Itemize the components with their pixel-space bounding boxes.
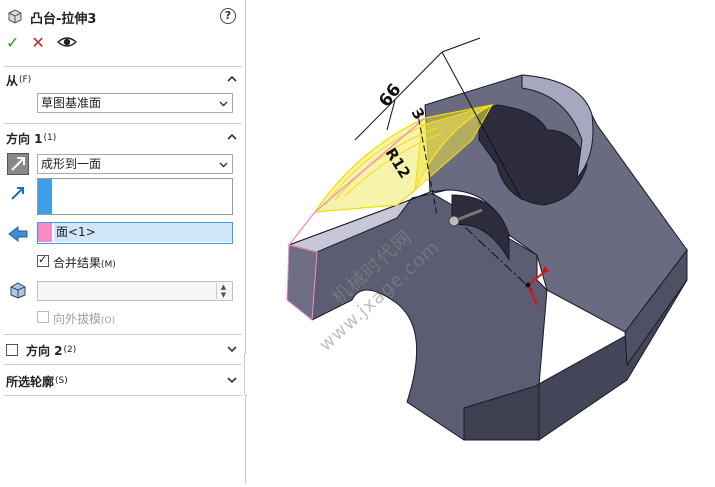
from-select-value: 草图基准面 [41,96,102,110]
dim-66-label: 66 [375,80,405,111]
draft-angle-input[interactable]: ▲ ▼ [37,281,233,301]
face-item-label: 面<1> [56,225,96,239]
end-condition-select[interactable]: 成形到一面 [37,154,233,174]
draft-icon[interactable] [7,280,29,302]
direction2-label: 方向 2 [26,343,63,358]
end-condition-value: 成形到一面 [41,157,102,171]
from-label: 从 [6,73,19,88]
feature-title-row: 凸台-拉伸3 ? [6,6,240,28]
chevron-down-icon[interactable] [226,374,238,386]
graphics-viewport[interactable]: 66 3 R12 机械时代网 www.jxage.com [247,0,715,484]
draft-outward-shortcut: (O) [101,316,116,326]
action-buttons: ✓ ✕ [6,34,77,52]
preview-eye-icon[interactable] [56,35,77,52]
direction-vector-list[interactable] [37,178,233,215]
merge-result-shortcut: (M) [101,260,116,270]
cancel-button[interactable]: ✕ [31,34,44,52]
divider [4,123,242,124]
divider [4,364,242,365]
reverse-direction-icon[interactable] [7,153,29,175]
chevron-down-icon[interactable] [226,343,238,355]
extrude-feature-icon [6,7,24,28]
list-item[interactable]: 面<1> [54,223,232,242]
chevron-up-icon[interactable] [226,73,238,85]
selected-contours-shortcut: (S) [55,376,68,386]
direction2-shortcut: (2) [63,345,77,355]
direction1-shortcut: (1) [43,133,57,143]
direction1-label: 方向 1 [6,131,43,146]
draft-angle-spinner[interactable]: ▲ ▼ [216,283,230,299]
property-manager-panel: 凸台-拉伸3 ? ✓ ✕ 从 (F) 草图基准面 方向 1 (1) 成形到一面 [0,0,246,484]
from-group-header[interactable]: 从 (F) [6,70,240,90]
face-color-swatch [38,223,52,242]
chevron-down-icon [219,101,228,107]
merge-result-label: 合并结果(M) [53,254,116,271]
chevron-up-icon[interactable] [226,131,238,143]
direction1-group-header[interactable]: 方向 1 (1) [6,128,240,148]
direction2-checkbox[interactable] [6,344,18,356]
chevron-down-icon [219,162,228,168]
draft-outward-text: 向外拔模 [53,312,102,326]
merge-result-checkbox[interactable] [37,253,49,267]
draft-outward-label: 向外拔模(O) [53,310,115,327]
divider [4,395,242,396]
merge-result-text: 合并结果 [53,256,102,270]
ok-button[interactable]: ✓ [6,34,19,52]
divider [4,66,242,67]
divider [4,334,242,335]
part-model-view[interactable]: 66 3 R12 [247,0,715,484]
selected-contours-label: 所选轮廓 [6,374,55,389]
face-selection-list[interactable]: 面<1> [37,222,233,244]
direction-color-swatch [38,179,52,214]
feature-title: 凸台-拉伸3 [30,11,97,27]
from-select[interactable]: 草图基准面 [37,93,233,113]
draft-outward-checkbox[interactable] [37,311,49,323]
help-icon[interactable]: ? [220,8,236,24]
direction2-group-header[interactable]: 方向 2 (2) [6,340,240,360]
selected-contours-group-header[interactable]: 所选轮廓 (S) [6,371,240,391]
direction-vector-icon [9,184,31,206]
face-plane-icon [7,224,29,246]
part-body [286,74,688,441]
from-shortcut: (F) [19,75,32,85]
